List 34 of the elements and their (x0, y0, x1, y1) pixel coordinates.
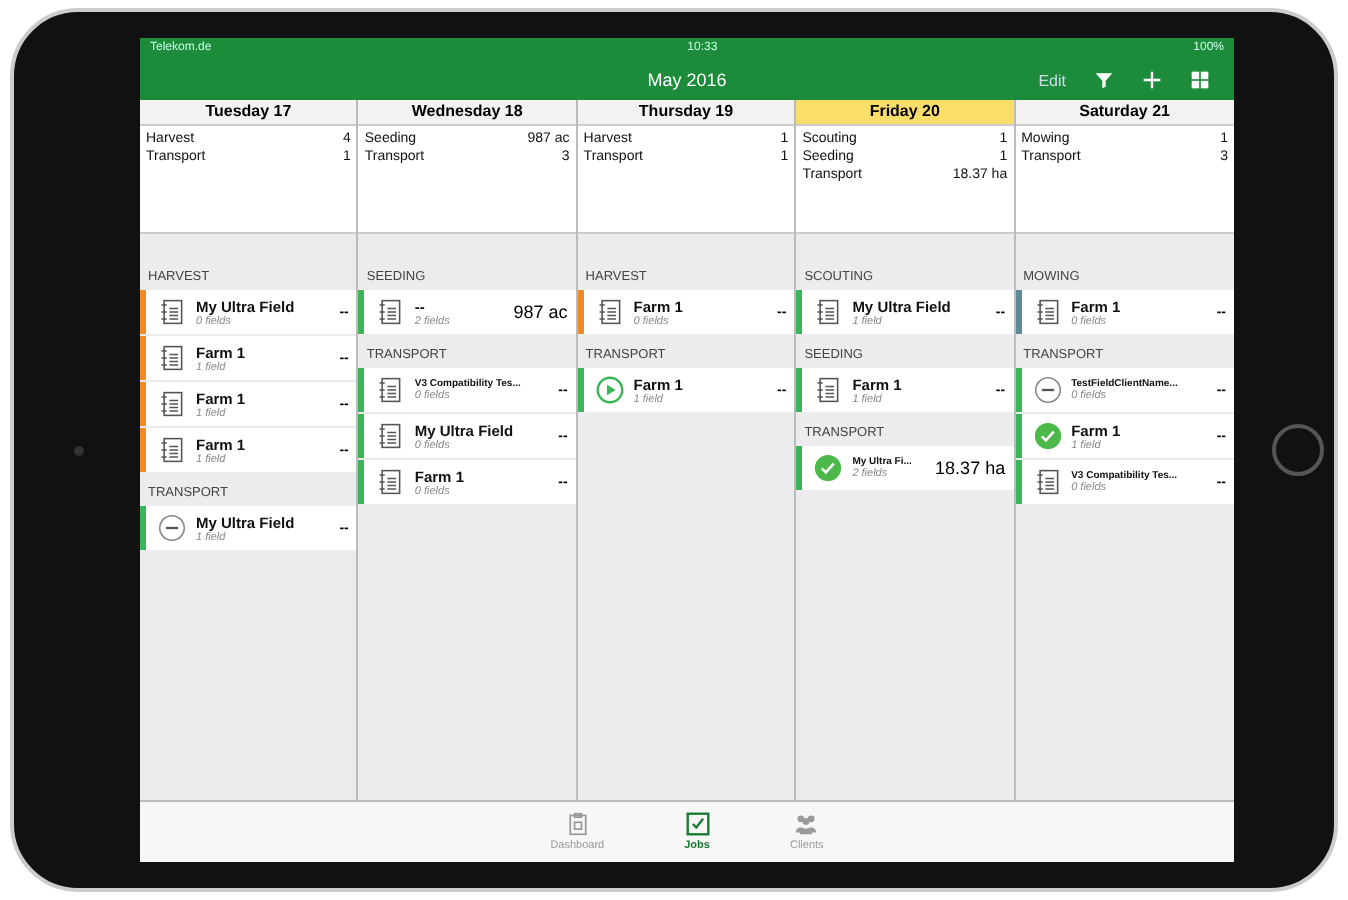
notebook-icon (595, 298, 624, 326)
minus-circle-icon (158, 514, 186, 542)
home-button[interactable] (1272, 424, 1324, 476)
checkbox-icon (685, 812, 710, 836)
check-circle-icon (814, 454, 843, 482)
day-header[interactable]: Wednesday 18 (358, 100, 576, 126)
notebook-icon (158, 390, 186, 418)
notebook-icon (376, 468, 405, 496)
notebook-icon (376, 298, 405, 326)
clipboard-icon (565, 812, 590, 836)
day-header[interactable]: Tuesday 17 (140, 100, 357, 126)
check-circle-icon (1033, 422, 1062, 450)
notebook-icon (814, 376, 843, 404)
notebook-icon (376, 422, 405, 450)
notebook-icon (1033, 468, 1062, 496)
notebook-icon (158, 298, 186, 326)
job-value: 987 ac (513, 302, 568, 322)
people-icon (794, 812, 819, 836)
notebook-icon (158, 344, 186, 372)
notebook-icon (814, 298, 843, 326)
camera-icon (74, 445, 84, 455)
day-header[interactable]: Thursday 19 (577, 100, 795, 126)
filter-icon[interactable] (1094, 70, 1114, 90)
notebook-icon (158, 436, 186, 464)
notebook-icon (1033, 298, 1062, 326)
grid-icon[interactable] (1190, 70, 1210, 90)
day-header[interactable]: Saturday 21 (1015, 100, 1234, 126)
day-header[interactable]: Friday 20 (796, 100, 1014, 126)
add-icon[interactable] (1142, 70, 1162, 90)
minus-circle-icon (1033, 376, 1062, 404)
notebook-icon (376, 376, 405, 404)
play-circle-icon (595, 376, 624, 404)
job-value: 18.37 ha (935, 458, 1006, 478)
month-title: May 2016 (647, 70, 727, 90)
